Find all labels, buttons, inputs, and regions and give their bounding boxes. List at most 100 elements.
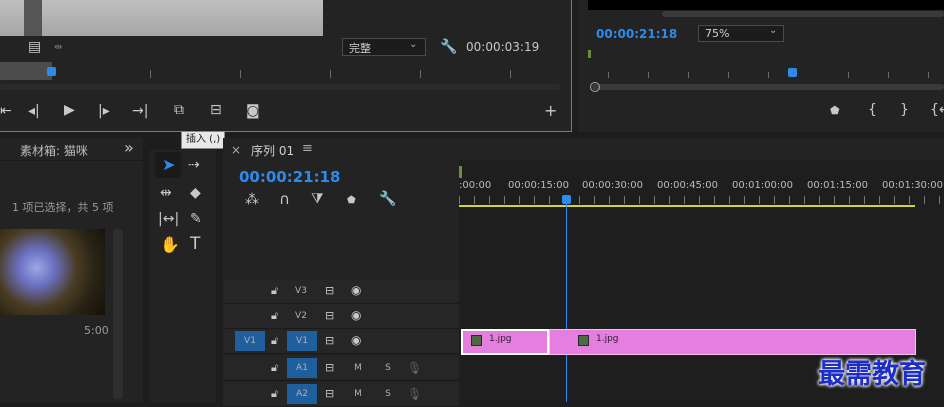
insert-tooltip: 插入 (,) [181,131,226,149]
close-sequence-icon[interactable]: × [231,143,241,157]
solo-button[interactable]: S [381,382,395,406]
go-to-out-icon[interactable]: →| [132,104,148,118]
camera-icon[interactable]: ◙ [246,104,260,118]
mute-button[interactable]: M [351,382,365,406]
sequence-menu-icon[interactable]: ≡ [302,141,313,156]
program-ruler[interactable] [588,50,944,80]
lock-icon[interactable]: 🔓︎ [271,309,278,323]
step-frame-back-icon[interactable]: ◂| [28,104,40,118]
source-video-frame [0,0,323,36]
step-frame-forward-icon[interactable]: |▸ [98,104,110,118]
source-playhead[interactable] [47,67,56,76]
film-icon[interactable]: ▤ [28,40,41,54]
lock-icon[interactable]: 🔓︎ [271,387,278,401]
add-icon[interactable]: + [544,103,557,119]
program-playhead[interactable] [788,68,797,77]
program-monitor-panel: 00:00:21:18 75% ⌄ ⬟ { } {← [578,0,944,132]
add-marker-icon[interactable]: ⧩ [311,192,324,206]
in-point-marker [588,50,591,58]
eye-icon[interactable]: ◉ [351,308,361,322]
marker-icon[interactable]: ⬟ [347,194,356,208]
toggle-sync-icon[interactable]: ⊟ [325,284,334,298]
marker-icon[interactable]: ⬟ [830,104,840,118]
clip-label: 1.jpg [596,334,619,344]
track-header-a2[interactable]: 🔓︎ A2 ⊟ M S 🎙︎ [223,382,459,407]
pen-icon[interactable]: ✎ [190,212,202,226]
insert-icon[interactable]: ⧉ [174,103,184,117]
tools-panel: ➤ ⇢ ⇹ ◆ |↔| ✎ ✋ T [150,150,216,402]
selection-tool[interactable]: ➤ [155,152,181,178]
program-timecode[interactable]: 00:00:21:18 [596,27,677,41]
program-scrollbar-top[interactable] [662,11,944,17]
wrench-icon[interactable]: 🔧 [440,40,457,54]
razor-icon[interactable]: ◆ [190,186,201,200]
clip-1[interactable]: 1.jpg [461,329,549,355]
track-target-a1[interactable]: A1 [287,358,317,378]
clip-thumbnail[interactable] [0,229,105,315]
track-header-v3[interactable]: 🔓︎ V3 ⊟ ◉ [223,279,459,304]
zoom-select[interactable]: 75% ⌄ [698,25,784,42]
track-header-v1[interactable]: V1 🔓︎ V1 ⊟ ◉ [223,329,459,354]
time-ruler[interactable]: :00:00 00:00:15:00 00:00:30:00 00:00:45:… [459,178,944,204]
bin-title[interactable]: 素材箱: 猫咪 [20,142,88,159]
slip-icon[interactable]: |↔| [158,212,179,226]
source-scrollbar[interactable] [0,84,560,90]
overwrite-icon[interactable]: ⊟ [210,103,222,117]
track-name: V2 [295,311,307,321]
toggle-sync-icon[interactable]: ⊟ [325,361,334,375]
timeline-timecode[interactable]: 00:00:21:18 [239,168,341,186]
mute-button[interactable]: M [351,356,365,380]
panel-expand-icon[interactable]: » [124,138,134,157]
track-header-v2[interactable]: 🔓︎ V2 ⊟ ◉ [223,304,459,329]
toggle-sync-icon[interactable]: ⊟ [325,387,334,401]
hand-icon[interactable]: ✋ [160,237,180,253]
program-scrollbar[interactable] [592,84,944,90]
ripple-edit-icon[interactable]: ⇹ [160,186,172,200]
toggle-sync-icon[interactable]: ⊟ [325,334,334,348]
ruler-label: 00:01:30:00 [882,180,944,191]
selection-status: 1 项已选择，共 5 项 [12,201,114,214]
timeline-playhead-handle[interactable] [562,195,571,204]
mark-in-icon[interactable]: { [868,103,877,117]
track-header-a1[interactable]: 🔓︎ A1 ⊟ M S 🎙︎ [223,356,459,381]
work-area-bar[interactable] [459,205,915,207]
wrench-icon[interactable]: 🔧 [379,192,396,206]
track-name: V3 [295,286,307,296]
go-to-in-icon[interactable]: {← [930,103,944,117]
track-name: A2 [296,389,308,399]
source-timecode[interactable]: 00:00:03:19 [466,40,539,54]
track-target-a2[interactable]: A2 [287,384,317,404]
step-back-icon[interactable]: ⇤ [0,104,12,118]
lock-icon[interactable]: 🔓︎ [271,334,278,348]
type-icon[interactable]: T [190,236,200,253]
video-content [24,0,42,36]
mic-icon[interactable]: 🎙︎ [407,387,422,401]
bin-scrollbar[interactable] [113,229,123,399]
track-target-v1[interactable]: V1 [287,331,317,351]
scroll-start-handle[interactable] [590,82,600,92]
sequence-tab[interactable]: 序列 01 [251,142,294,159]
track-name: A1 [296,363,308,373]
solo-button[interactable]: S [381,356,395,380]
mark-out-icon[interactable]: } [900,103,909,117]
ruler-label: 00:01:15:00 [807,180,869,191]
track-select-icon[interactable]: ⇢ [188,158,200,172]
eye-icon[interactable]: ◉ [351,283,361,297]
source-patch-label: V1 [244,336,256,346]
eye-icon[interactable]: ◉ [351,333,361,347]
clip-duration: 5:00 [84,324,109,337]
linked-selection-icon[interactable]: ∩ [279,192,290,207]
lock-icon[interactable]: 🔓︎ [271,284,278,298]
quality-select[interactable]: 完整 ⌄ [342,38,426,56]
source-patch-v1[interactable]: V1 [235,331,265,351]
snap-icon[interactable]: ⁂ [245,193,259,207]
mic-icon[interactable]: 🎙︎ [407,361,422,375]
bin-panel: 素材箱: 猫咪 » 1 项已选择，共 5 项 5:00 [0,138,143,402]
toggle-sync-icon[interactable]: ⊟ [325,309,334,323]
tooltip-text: 插入 (,) [186,134,221,145]
drag-handle-icon[interactable]: ⇹ [54,41,62,55]
source-ruler[interactable] [0,62,560,80]
ruler-label: 00:00:30:00 [582,180,644,191]
play-icon[interactable]: ▶ [64,103,75,117]
lock-icon[interactable]: 🔓︎ [271,361,278,375]
